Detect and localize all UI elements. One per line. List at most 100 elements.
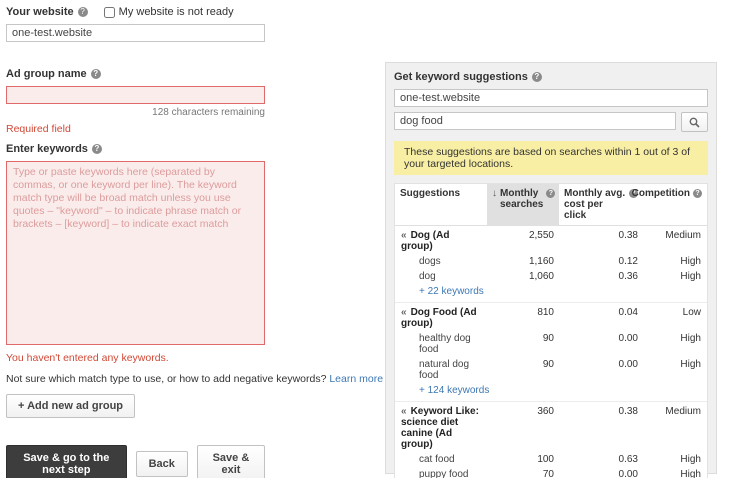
ad-group-name-text: Dog Food (Ad group) [401, 307, 477, 329]
help-icon[interactable] [546, 189, 555, 198]
keyword-row[interactable]: puppy food700.00High [395, 467, 707, 478]
competition-value: High [643, 359, 707, 370]
keyword-name: dogs [395, 256, 487, 267]
ad-group-name-text: Dog (Ad group) [401, 230, 449, 252]
cpc-value: 0.00 [559, 333, 643, 344]
help-icon[interactable] [92, 144, 102, 154]
ad-group-name-text: Keyword Like: science diet canine (Ad gr… [401, 406, 479, 450]
website-not-ready-checkbox[interactable] [104, 7, 115, 18]
monthly-searches-value: 360 [487, 406, 559, 417]
suggestion-group: Dog Food (Ad group) 8100.04Low healthy dog… [395, 302, 707, 401]
competition-value: High [643, 333, 707, 344]
cpc-value: 0.38 [559, 406, 643, 417]
form-action-bar: Save & go to the next step Back Save & e… [6, 445, 265, 478]
more-keywords-link[interactable]: + 22 keywords [395, 284, 707, 300]
ad-group-name: Dog (Ad group) [395, 230, 487, 252]
keyword-row[interactable]: cat food1000.63High [395, 452, 707, 467]
monthly-searches-value: 1,060 [487, 271, 559, 282]
suggestion-group: Dog (Ad group)2,5500.38Mediumdogs1,1600.… [395, 226, 707, 302]
competition-value: Low [643, 307, 707, 318]
monthly-searches-value: 90 [487, 359, 559, 370]
required-field-error: Required field [6, 123, 265, 135]
keyword-name: natural dog food [395, 359, 487, 381]
search-icon [689, 117, 700, 128]
sort-descending-icon [492, 188, 497, 199]
help-icon[interactable] [78, 7, 88, 17]
learn-more-link[interactable]: Learn more [329, 373, 383, 385]
keyword-name: dog [395, 271, 487, 282]
keyword-query-input[interactable] [394, 112, 676, 130]
keyword-row[interactable]: natural dog food900.00High [395, 357, 707, 383]
ad-group-row[interactable]: Keyword Like: science diet canine (Ad gr… [395, 404, 707, 452]
column-monthly-searches-label: Monthly searches [500, 188, 543, 210]
suggestions-table-header: Suggestions Monthly searches Monthly avg… [395, 184, 707, 226]
keyword-suggestions-panel: Get keyword suggestions These suggestion… [385, 62, 717, 474]
keyword-row[interactable]: dog1,0600.36High [395, 269, 707, 284]
website-input[interactable] [6, 24, 265, 42]
column-competition[interactable]: Competition [643, 184, 707, 225]
ad-group-row[interactable]: Dog (Ad group)2,5500.38Medium [395, 228, 707, 254]
add-to-plan-icon[interactable] [401, 230, 407, 241]
monthly-searches-value: 2,550 [487, 230, 559, 241]
search-button[interactable] [681, 112, 708, 132]
ad-group-name-input[interactable] [6, 86, 265, 104]
suggestions-website-input[interactable] [394, 89, 708, 107]
cpc-value: 0.63 [559, 454, 643, 465]
ad-group-form: Your website My website is not ready Ad … [6, 6, 265, 478]
save-next-step-button[interactable]: Save & go to the next step [6, 445, 127, 478]
ad-group-name: Dog Food (Ad group) [395, 307, 487, 329]
keyword-name: cat food [395, 454, 487, 465]
help-icon[interactable] [91, 69, 101, 79]
keyword-row[interactable]: dogs1,1600.12High [395, 254, 707, 269]
help-icon[interactable] [693, 189, 702, 198]
competition-value: High [643, 256, 707, 267]
keyword-name: healthy dog food [395, 333, 487, 355]
column-monthly-searches[interactable]: Monthly searches [487, 184, 559, 225]
add-to-plan-icon[interactable] [401, 307, 407, 318]
chars-remaining-counter: 128 characters remaining [6, 107, 265, 118]
cpc-value: 0.04 [559, 307, 643, 318]
no-keywords-error: You haven't entered any keywords. [6, 352, 265, 364]
competition-value: Medium [643, 406, 707, 417]
website-not-ready-label: My website is not ready [119, 6, 234, 18]
more-keywords-link[interactable]: + 124 keywords [395, 383, 707, 399]
add-to-plan-icon[interactable] [401, 406, 407, 417]
match-type-hint-text: Not sure which match type to use, or how… [6, 373, 329, 385]
column-suggestions: Suggestions [395, 184, 487, 225]
competition-value: Medium [643, 230, 707, 241]
cpc-value: 0.00 [559, 359, 643, 370]
save-exit-button[interactable]: Save & exit [197, 445, 265, 478]
keywords-textarea[interactable] [6, 161, 265, 345]
cpc-value: 0.36 [559, 271, 643, 282]
keywords-label-row: Enter keywords [6, 143, 265, 155]
competition-value: High [643, 469, 707, 478]
keyword-row[interactable]: healthy dog food900.00High [395, 331, 707, 357]
ad-group-label-row: Ad group name [6, 68, 265, 80]
website-label: Your website [6, 6, 74, 18]
help-icon[interactable] [532, 72, 542, 82]
website-label-row: Your website My website is not ready [6, 6, 265, 18]
suggestion-group: Keyword Like: science diet canine (Ad gr… [395, 401, 707, 478]
website-not-ready-group: My website is not ready [104, 6, 234, 18]
column-cost-per-click-label: Monthly avg. cost per click [564, 188, 626, 221]
location-notice: These suggestions are based on searches … [394, 141, 708, 175]
panel-title: Get keyword suggestions [394, 71, 528, 83]
enter-keywords-label: Enter keywords [6, 143, 88, 155]
suggestions-table-body: Dog (Ad group)2,5500.38Mediumdogs1,1600.… [395, 226, 707, 478]
monthly-searches-value: 90 [487, 333, 559, 344]
keyword-name: puppy food [395, 469, 487, 478]
suggestions-table: Suggestions Monthly searches Monthly avg… [394, 183, 708, 478]
ad-group-name-label: Ad group name [6, 68, 87, 80]
ad-group-row[interactable]: Dog Food (Ad group) 8100.04Low [395, 305, 707, 331]
column-cost-per-click[interactable]: Monthly avg. cost per click [559, 184, 643, 225]
back-button[interactable]: Back [136, 451, 188, 477]
keyword-search-row [394, 112, 708, 132]
monthly-searches-value: 1,160 [487, 256, 559, 267]
add-new-ad-group-button[interactable]: + Add new ad group [6, 394, 135, 418]
adwords-ad-group-page: Your website My website is not ready Ad … [0, 0, 750, 478]
cpc-value: 0.12 [559, 256, 643, 267]
panel-title-row: Get keyword suggestions [394, 71, 708, 83]
competition-value: High [643, 454, 707, 465]
monthly-searches-value: 70 [487, 469, 559, 478]
monthly-searches-value: 810 [487, 307, 559, 318]
